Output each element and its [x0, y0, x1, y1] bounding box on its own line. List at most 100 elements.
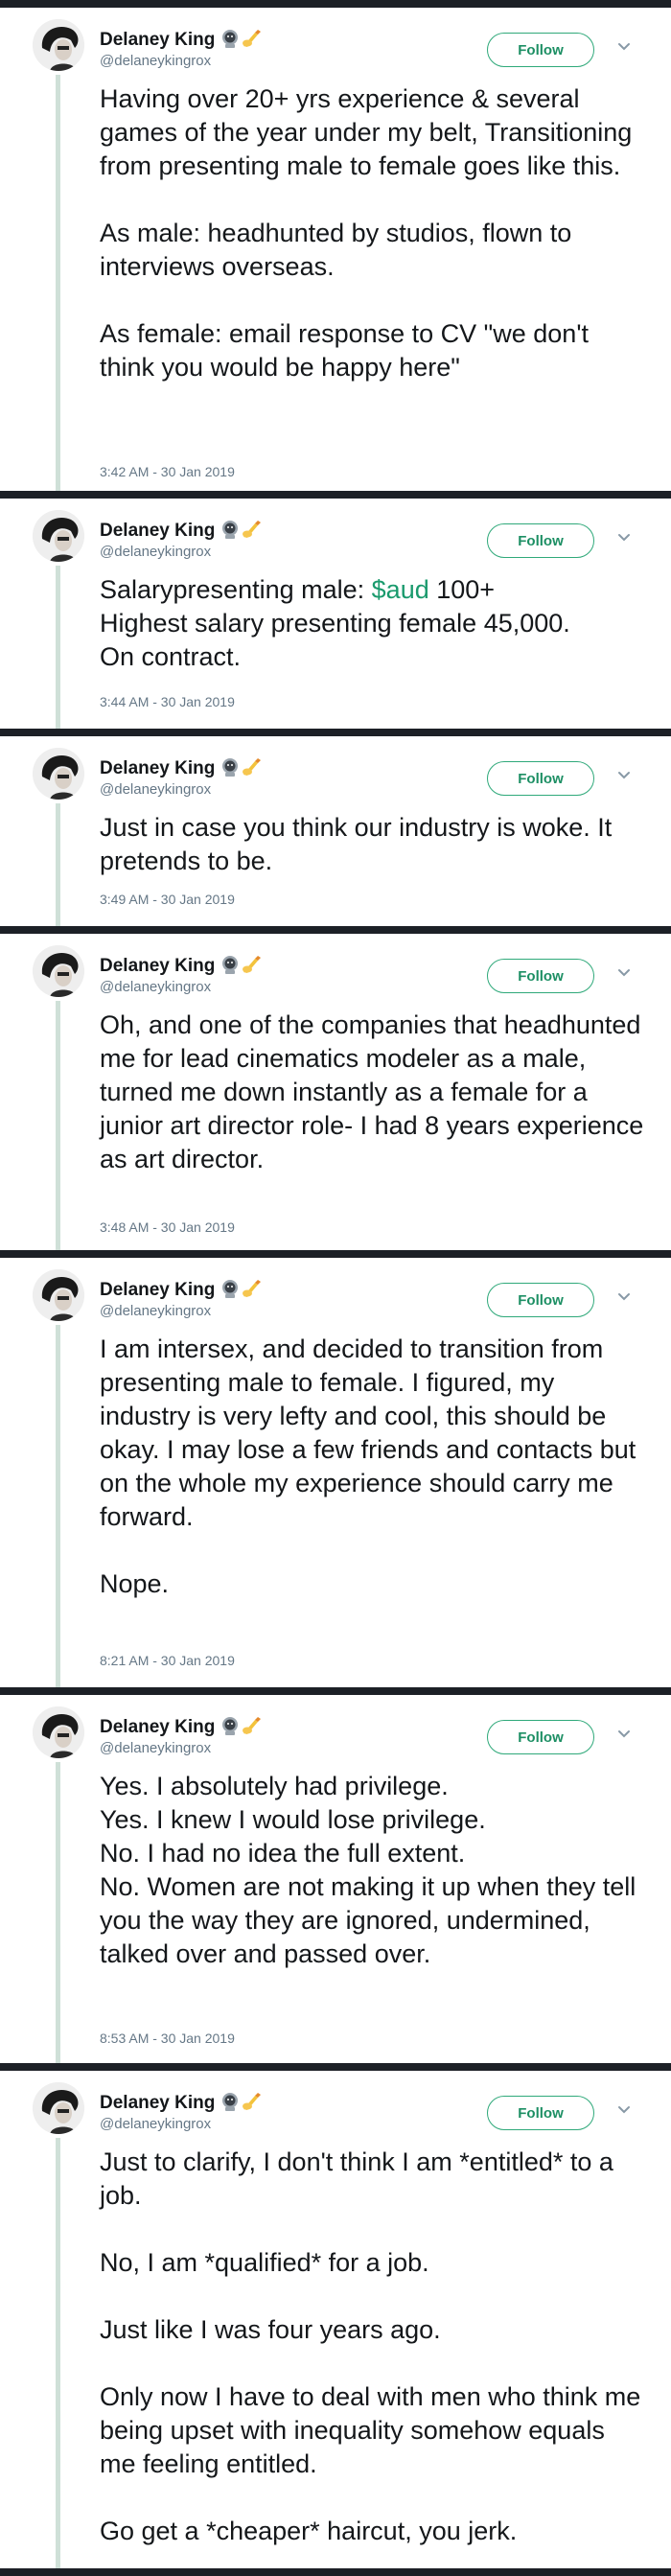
avatar-photo: [33, 19, 84, 71]
avatar-photo: [33, 1269, 84, 1321]
tweet-card: Delaney King @delaneykingrox Follow Just…: [0, 736, 671, 926]
follow-button[interactable]: Follow: [487, 761, 594, 796]
author-handle[interactable]: @delaneykingrox: [100, 1740, 211, 1756]
writing-hand-icon: [242, 2092, 263, 2114]
thread-connector-line: [56, 1325, 60, 1687]
avatar-photo: [33, 2082, 84, 2134]
author-handle[interactable]: @delaneykingrox: [100, 53, 211, 69]
badge-emojis: [220, 1279, 263, 1301]
writing-hand-icon: [242, 1716, 263, 1738]
chevron-down-icon[interactable]: [613, 1287, 635, 1308]
writing-hand-icon: [242, 29, 263, 51]
author-name[interactable]: Delaney King: [100, 30, 215, 51]
thread-connector-line: [56, 2138, 60, 2568]
chevron-down-icon[interactable]: [613, 963, 635, 984]
author-name[interactable]: Delaney King: [100, 758, 215, 779]
tweet-card: Delaney King @delaneykingrox Follow Just…: [0, 2071, 671, 2568]
author-row: Delaney King: [100, 1279, 263, 1301]
badge-emojis: [220, 2092, 263, 2114]
author-row: Delaney King: [100, 29, 263, 51]
author-row: Delaney King: [100, 1716, 263, 1738]
avatar-photo: [33, 510, 84, 562]
chevron-down-icon[interactable]: [613, 1724, 635, 1745]
cat-astronaut-icon: [220, 520, 240, 542]
author-row: Delaney King: [100, 757, 263, 779]
tweet-card: Delaney King @delaneykingrox Follow Yes.…: [0, 1695, 671, 2063]
cat-astronaut-icon: [220, 1279, 240, 1301]
writing-hand-icon: [242, 520, 263, 542]
author-handle[interactable]: @delaneykingrox: [100, 979, 211, 995]
author-name[interactable]: Delaney King: [100, 1717, 215, 1738]
author-name[interactable]: Delaney King: [100, 1280, 215, 1301]
thread-connector-line: [56, 566, 60, 729]
thread-screenshot-stack: Delaney King @delaneykingrox Follow Havi…: [0, 0, 671, 2576]
author-handle[interactable]: @delaneykingrox: [100, 2116, 211, 2132]
tweet-text: Salarypresenting male: $aud 100+ Highest…: [100, 573, 646, 674]
author-name[interactable]: Delaney King: [100, 521, 215, 542]
follow-button[interactable]: Follow: [487, 1283, 594, 1317]
writing-hand-icon: [242, 955, 263, 977]
writing-hand-icon: [242, 757, 263, 779]
cat-astronaut-icon: [220, 29, 240, 51]
badge-emojis: [220, 1716, 263, 1738]
tweet-timestamp[interactable]: 8:21 AM - 30 Jan 2019: [100, 1653, 235, 1668]
avatar[interactable]: [33, 19, 84, 71]
author-name[interactable]: Delaney King: [100, 2093, 215, 2114]
follow-button[interactable]: Follow: [487, 1720, 594, 1754]
avatar[interactable]: [33, 1269, 84, 1321]
avatar-photo: [33, 748, 84, 800]
tweet-card: Delaney King @delaneykingrox Follow Sala…: [0, 499, 671, 729]
chevron-down-icon[interactable]: [613, 765, 635, 786]
avatar[interactable]: [33, 2082, 84, 2134]
tweet-timestamp[interactable]: 8:53 AM - 30 Jan 2019: [100, 2031, 235, 2046]
badge-emojis: [220, 757, 263, 779]
follow-button[interactable]: Follow: [487, 2096, 594, 2130]
tweet-text: Just in case you think our industry is w…: [100, 813, 613, 875]
chevron-down-icon[interactable]: [613, 527, 635, 548]
badge-emojis: [220, 29, 263, 51]
author-row: Delaney King: [100, 955, 263, 977]
author-handle[interactable]: @delaneykingrox: [100, 781, 211, 798]
avatar[interactable]: [33, 748, 84, 800]
avatar[interactable]: [33, 945, 84, 997]
tweet-card: Delaney King @delaneykingrox Follow Oh, …: [0, 934, 671, 1250]
avatar[interactable]: [33, 510, 84, 562]
cat-astronaut-icon: [220, 1716, 240, 1738]
tweet-text: I am intersex, and decided to transition…: [100, 1334, 636, 1598]
author-row: Delaney King: [100, 2092, 263, 2114]
cashtag-link[interactable]: $aud: [372, 575, 429, 604]
tweet-text-part: Salarypresenting male:: [100, 575, 372, 604]
tweet-text: Oh, and one of the companies that headhu…: [100, 1010, 644, 1173]
tweet-card: Delaney King @delaneykingrox Follow Havi…: [0, 8, 671, 491]
tweet-text: Yes. I absolutely had privilege. Yes. I …: [100, 1772, 636, 1968]
tweet-timestamp[interactable]: 3:49 AM - 30 Jan 2019: [100, 892, 235, 907]
follow-button[interactable]: Follow: [487, 523, 594, 558]
author-row: Delaney King: [100, 520, 263, 542]
avatar-photo: [33, 1706, 84, 1758]
badge-emojis: [220, 955, 263, 977]
thread-connector-line: [56, 803, 60, 926]
tweet-timestamp[interactable]: 3:48 AM - 30 Jan 2019: [100, 1219, 235, 1235]
author-handle[interactable]: @delaneykingrox: [100, 544, 211, 560]
tweet-text: Having over 20+ yrs experience & several…: [100, 84, 633, 382]
thread-connector-line: [56, 75, 60, 491]
cat-astronaut-icon: [220, 757, 240, 779]
chevron-down-icon[interactable]: [613, 36, 635, 58]
cat-astronaut-icon: [220, 955, 240, 977]
cat-astronaut-icon: [220, 2092, 240, 2114]
chevron-down-icon[interactable]: [613, 2100, 635, 2121]
tweet-text: Just to clarify, I don't think I am *ent…: [100, 2147, 641, 2545]
author-name[interactable]: Delaney King: [100, 956, 215, 977]
writing-hand-icon: [242, 1279, 263, 1301]
author-handle[interactable]: @delaneykingrox: [100, 1303, 211, 1319]
follow-button[interactable]: Follow: [487, 959, 594, 993]
badge-emojis: [220, 520, 263, 542]
avatar-photo: [33, 945, 84, 997]
avatar[interactable]: [33, 1706, 84, 1758]
follow-button[interactable]: Follow: [487, 33, 594, 67]
tweet-timestamp[interactable]: 3:44 AM - 30 Jan 2019: [100, 694, 235, 709]
thread-connector-line: [56, 1001, 60, 1250]
thread-connector-line: [56, 1762, 60, 2063]
tweet-card: Delaney King @delaneykingrox Follow I am…: [0, 1258, 671, 1687]
tweet-timestamp[interactable]: 3:42 AM - 30 Jan 2019: [100, 464, 235, 479]
